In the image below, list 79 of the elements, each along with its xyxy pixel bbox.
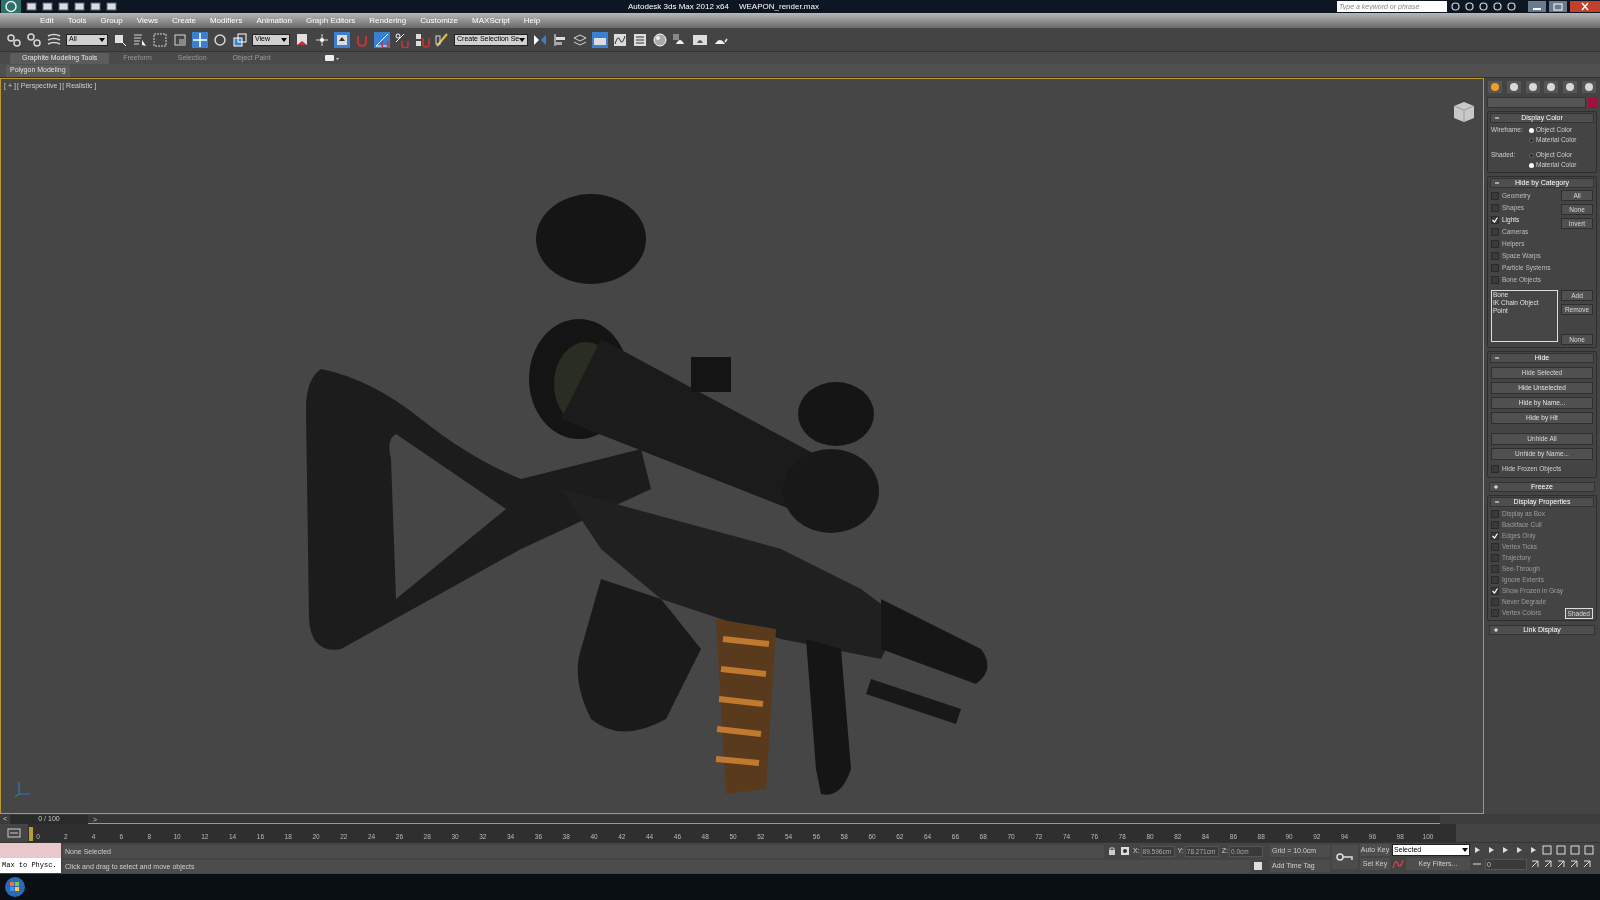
checkmark-icon (1492, 588, 1498, 594)
minus-icon (1493, 499, 1501, 505)
chain-link-icon[interactable] (6, 31, 22, 48)
app-logo-icon[interactable] (0, 0, 22, 13)
percent-snap-icon[interactable] (394, 31, 410, 48)
menu-item[interactable]: Views (129, 14, 165, 27)
object-name-field[interactable] (1487, 97, 1586, 108)
panel-toggle-icon[interactable] (324, 54, 339, 63)
object-color-swatch[interactable] (1588, 97, 1597, 108)
caret-icon (99, 37, 105, 42)
checkbox[interactable] (1491, 510, 1499, 518)
checkbox[interactable] (1491, 192, 1499, 200)
close-icon[interactable] (1570, 1, 1600, 12)
checkbox[interactable] (1491, 609, 1499, 617)
broken-link-icon[interactable] (26, 31, 42, 48)
minus-icon (1493, 115, 1501, 121)
checkbox[interactable] (1491, 598, 1499, 606)
set-key-icon[interactable] (1332, 843, 1358, 871)
checkbox[interactable] (1491, 576, 1499, 584)
checkbox[interactable] (1491, 521, 1499, 529)
radio-button[interactable] (1529, 162, 1534, 168)
checkbox[interactable] (1491, 532, 1499, 540)
menu-item[interactable]: Help (516, 14, 548, 27)
radio-button[interactable] (1529, 137, 1534, 143)
lock-icon[interactable] (1106, 846, 1117, 856)
plus-icon (1492, 627, 1500, 633)
play-icon[interactable] (1500, 845, 1510, 855)
window-crossing-icon[interactable] (172, 31, 188, 48)
frame-marker (29, 827, 33, 841)
material-editor-icon[interactable] (652, 31, 669, 48)
checkbox[interactable] (1491, 565, 1499, 573)
scale-icon[interactable] (232, 31, 248, 48)
checkbox[interactable] (1491, 204, 1499, 212)
menu-item[interactable]: Rendering (362, 14, 414, 27)
app-title: Autodesk 3ds Max 2012 x64 (628, 0, 729, 13)
menu-item[interactable]: Edit (33, 14, 61, 27)
start-button-icon[interactable] (4, 876, 26, 898)
plus-icon (1492, 484, 1500, 490)
minus-icon (1493, 180, 1501, 186)
menu-item[interactable]: Graph Editors (298, 14, 363, 27)
viewcube-icon[interactable] (1451, 99, 1477, 123)
edit-named-selection-icon[interactable] (434, 31, 450, 48)
checkbox[interactable] (1491, 264, 1499, 272)
caret-icon (519, 37, 526, 42)
pivot-icon[interactable] (294, 31, 310, 48)
checkbox[interactable] (1491, 228, 1499, 236)
menu-item[interactable]: Create (164, 14, 203, 27)
checkbox[interactable] (1491, 276, 1499, 284)
manipulate-icon[interactable] (314, 31, 330, 48)
checkbox[interactable] (1491, 543, 1499, 551)
spinner-snap-icon[interactable] (414, 31, 430, 48)
curve-editor-icon[interactable] (612, 31, 629, 48)
file-name: WEAPON_render.max (738, 0, 819, 13)
menu-item[interactable]: Tools (60, 14, 94, 27)
select-by-name-icon[interactable] (132, 31, 148, 48)
checkmark-icon (1492, 217, 1498, 223)
rotate-icon[interactable] (212, 31, 228, 48)
checkmark-icon (1492, 533, 1498, 539)
scene-explorer-icon[interactable] (592, 31, 609, 48)
minimize-icon[interactable] (1528, 1, 1546, 12)
checkbox[interactable] (1491, 240, 1499, 248)
axis-tripod-icon (13, 779, 33, 799)
checkbox[interactable] (1491, 252, 1499, 260)
radio-button[interactable] (1529, 127, 1534, 133)
caret-icon (1462, 848, 1468, 852)
checkbox[interactable] (1491, 554, 1499, 562)
checkbox[interactable] (1491, 216, 1499, 224)
checkbox[interactable] (1491, 465, 1499, 473)
angle-snap-icon[interactable] (374, 31, 390, 48)
menu-item[interactable]: Animation (249, 14, 299, 27)
spring-icon[interactable] (46, 31, 62, 48)
sun-icon[interactable] (1487, 80, 1503, 94)
minus-icon (1493, 355, 1501, 361)
move-icon[interactable] (192, 31, 208, 48)
menu-item[interactable]: Group (93, 14, 130, 27)
radio-button[interactable] (1529, 152, 1534, 158)
menu-item[interactable]: Customize (413, 14, 466, 27)
caret-icon (281, 37, 287, 42)
checkbox[interactable] (1491, 587, 1499, 595)
